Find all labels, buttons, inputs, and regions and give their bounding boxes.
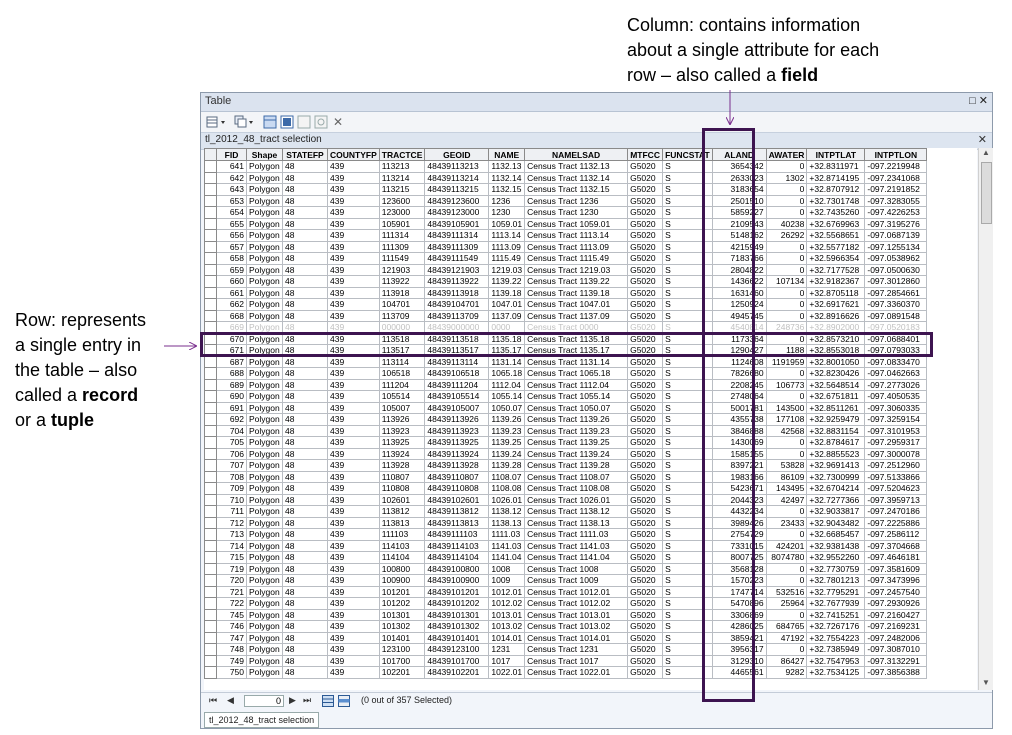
annotation-arrows [164,90,1012,735]
